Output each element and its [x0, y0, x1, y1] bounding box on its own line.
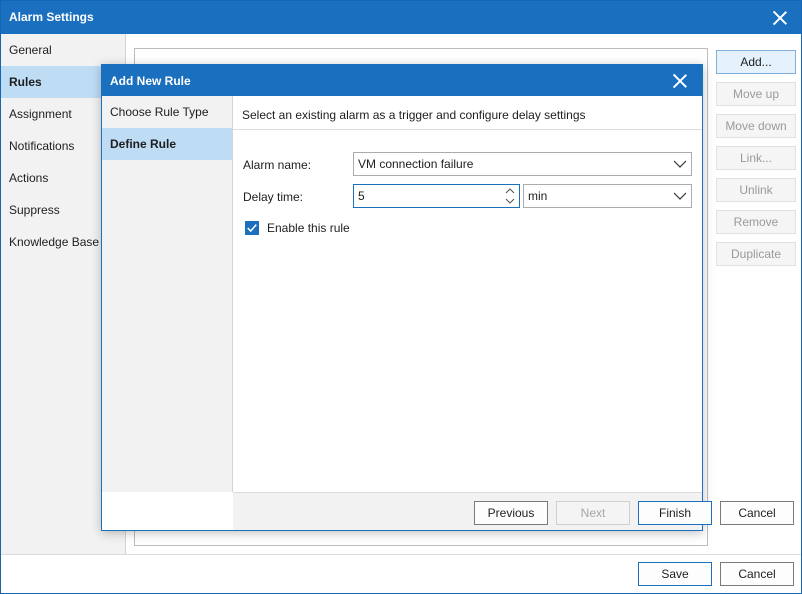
duplicate-button[interactable]: Duplicate [716, 242, 796, 266]
remove-button[interactable]: Remove [716, 210, 796, 234]
finish-button[interactable]: Finish [638, 501, 712, 525]
enable-rule-label[interactable]: Enable this rule [267, 221, 350, 235]
delay-time-label: Delay time: [243, 190, 304, 204]
window-title: Alarm Settings [9, 10, 94, 24]
footer-divider [1, 554, 801, 555]
checkmark-icon [247, 224, 257, 233]
delay-time-value: 5 [358, 189, 365, 203]
dialog-titlebar: Add New Rule [102, 65, 702, 96]
alarm-name-label: Alarm name: [243, 158, 312, 172]
delay-unit-dropdown[interactable]: min [523, 184, 692, 208]
window-titlebar: Alarm Settings [1, 1, 801, 34]
delay-unit-value: min [528, 189, 548, 203]
dialog-close-icon[interactable] [672, 73, 688, 89]
alarm-name-dropdown[interactable]: VM connection failure [353, 152, 692, 176]
step-define-rule[interactable]: Define Rule [102, 128, 232, 160]
spin-down-icon[interactable] [505, 196, 515, 206]
add-button[interactable]: Add... [716, 50, 796, 74]
move-down-button[interactable]: Move down [716, 114, 796, 138]
spin-up-icon[interactable] [505, 186, 515, 196]
wizard-steps: Choose Rule Type Define Rule [102, 96, 233, 492]
nav-item-general[interactable]: General [1, 34, 125, 66]
chevron-down-icon [673, 192, 687, 200]
unlink-button[interactable]: Unlink [716, 178, 796, 202]
dialog-cancel-button[interactable]: Cancel [720, 501, 794, 525]
cancel-button[interactable]: Cancel [720, 562, 794, 586]
delay-time-input[interactable]: 5 [353, 184, 520, 208]
dialog-footer: Previous Next Finish Cancel [233, 492, 794, 530]
chevron-down-icon [673, 160, 687, 168]
enable-rule-checkbox[interactable] [245, 221, 259, 235]
previous-button[interactable]: Previous [474, 501, 548, 525]
move-up-button[interactable]: Move up [716, 82, 796, 106]
next-button[interactable]: Next [556, 501, 630, 525]
close-icon[interactable] [772, 10, 788, 26]
dialog-title: Add New Rule [110, 74, 191, 88]
step-description: Select an existing alarm as a trigger an… [233, 96, 702, 130]
link-button[interactable]: Link... [716, 146, 796, 170]
alarm-settings-window: Alarm Settings General Rules Assignment … [0, 0, 802, 594]
add-new-rule-dialog: Add New Rule Choose Rule Type Define Rul… [101, 64, 794, 531]
step-choose-rule-type[interactable]: Choose Rule Type [102, 96, 232, 128]
save-button[interactable]: Save [638, 562, 712, 586]
alarm-name-value: VM connection failure [358, 157, 474, 171]
